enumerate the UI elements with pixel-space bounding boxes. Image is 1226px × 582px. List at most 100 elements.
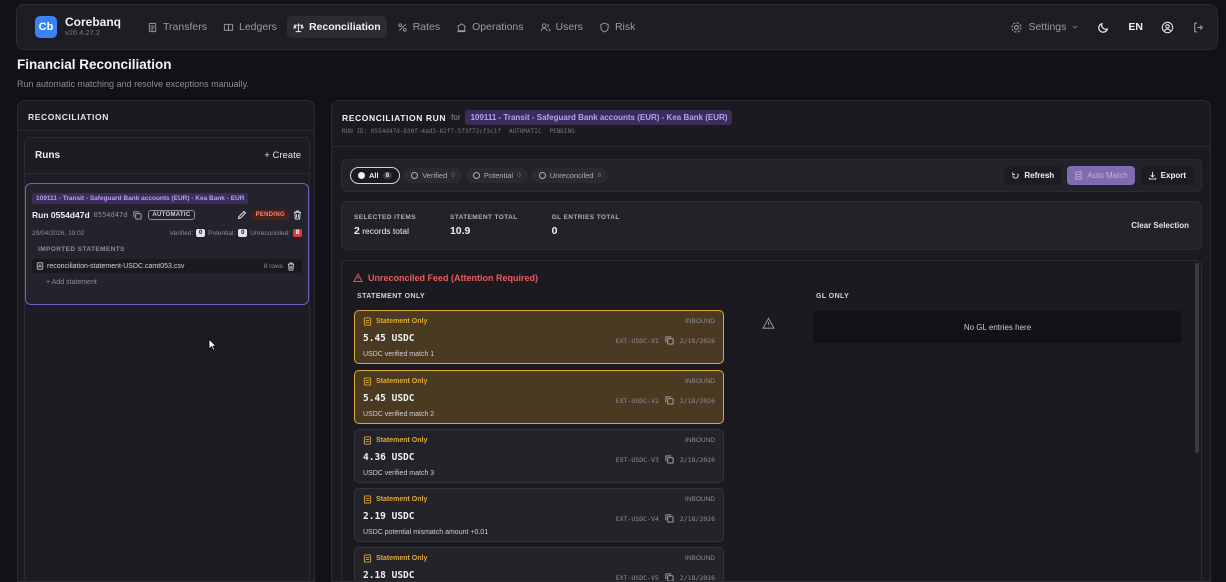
nav-reconciliation[interactable]: Reconciliation xyxy=(286,16,387,38)
gl-total-value: 0 xyxy=(551,225,558,237)
card-date: 2/18/2026 xyxy=(679,514,715,523)
copy-icon[interactable] xyxy=(665,396,674,405)
export-button[interactable]: Export xyxy=(1140,166,1193,185)
app-logo[interactable]: Cb xyxy=(35,16,57,38)
create-run-button[interactable]: + Create xyxy=(264,150,301,161)
run-card[interactable]: 109111 - Transit - Safeguard Bank accoun… xyxy=(25,183,309,305)
trash-icon[interactable] xyxy=(293,210,302,220)
mouse-cursor-icon xyxy=(208,338,217,351)
filter-potential[interactable]: Potential 0 xyxy=(465,168,528,183)
statement-card[interactable]: Statement Only INBOUND 2.18 USDC EXT-USD… xyxy=(354,547,724,582)
nav-operations[interactable]: Operations xyxy=(450,16,529,38)
selected-items: SELECTED ITEMS 2 records total xyxy=(354,214,416,237)
card-direction: INBOUND xyxy=(685,318,715,325)
card-direction: INBOUND xyxy=(685,555,715,562)
gl-total: GL ENTRIES TOTAL 0 xyxy=(552,214,620,237)
nav-rates[interactable]: Rates xyxy=(391,16,446,38)
nav-risk[interactable]: Risk xyxy=(593,16,641,38)
verified-label: Verified: xyxy=(169,229,194,237)
nav-ledgers[interactable]: Ledgers xyxy=(217,16,283,38)
card-ref-id: EXT-USDC-V4 xyxy=(615,514,659,523)
copy-icon[interactable] xyxy=(665,514,674,523)
statement-only-heading: STATEMENT ONLY xyxy=(357,293,426,300)
add-statement-button[interactable]: + Add statement xyxy=(32,279,302,286)
document-icon xyxy=(363,554,372,563)
card-ref-id: EXT-USDC-V5 xyxy=(615,573,659,582)
run-name: Run 0554d47d xyxy=(32,210,90,220)
moon-icon[interactable] xyxy=(1097,21,1110,34)
card-direction: INBOUND xyxy=(685,437,715,444)
filter-count: 0 xyxy=(451,172,455,179)
potential-label: Potential: xyxy=(208,229,236,237)
nav-label: Ledgers xyxy=(238,21,277,33)
chevron-down-icon xyxy=(1073,25,1078,29)
filter-unreconciled[interactable]: Unreconciled 8 xyxy=(531,168,609,183)
copy-icon[interactable] xyxy=(133,210,142,220)
trash-icon[interactable] xyxy=(287,262,295,271)
file-icon xyxy=(148,22,157,32)
sidebar-heading: RECONCILIATION xyxy=(18,101,314,131)
nav-label: Users xyxy=(555,21,583,33)
run-panel-title: RECONCILIATION RUN xyxy=(342,112,447,123)
nav-label: Rates xyxy=(412,21,441,33)
refresh-button[interactable]: Refresh xyxy=(1004,166,1062,185)
filter-count: 8 xyxy=(382,172,393,179)
top-navbar: Cb Corebanq v26.4.27.2 Transfers Ledgers… xyxy=(16,4,1218,50)
statement-card[interactable]: Statement Only INBOUND 4.36 USDC EXT-USD… xyxy=(354,429,724,483)
filter-all[interactable]: All 8 xyxy=(350,167,401,184)
feed-scrollbar[interactable] xyxy=(1195,263,1199,453)
run-status: PENDING xyxy=(549,128,575,135)
card-direction: INBOUND xyxy=(685,496,715,503)
selection-summary: SELECTED ITEMS 2 records total STATEMENT… xyxy=(341,201,1202,250)
filter-verified[interactable]: Verified 0 xyxy=(404,168,462,183)
logout-icon[interactable] xyxy=(1192,21,1205,34)
warning-icon xyxy=(762,317,775,329)
feed-title: Unreconciled Feed (Attention Required) xyxy=(353,273,538,283)
card-date: 2/18/2026 xyxy=(679,573,715,582)
card-date: 2/18/2026 xyxy=(679,396,715,405)
unreconciled-feed: Unreconciled Feed (Attention Required) S… xyxy=(341,260,1202,582)
card-amount: 4.36 USDC xyxy=(363,452,415,463)
statement-card[interactable]: Statement Only INBOUND 5.45 USDC EXT-USD… xyxy=(354,370,724,424)
statement-file-name: reconciliation-statement-USDC.camt053.cs… xyxy=(47,262,185,270)
users-icon xyxy=(539,22,551,31)
statement-card[interactable]: Statement Only INBOUND 5.45 USDC EXT-USD… xyxy=(354,310,724,364)
warning-icon xyxy=(353,273,363,283)
user-circle-icon[interactable] xyxy=(1161,21,1174,34)
runs-title: Runs xyxy=(35,150,60,161)
reconciliation-sidebar: RECONCILIATION Runs + Create 109111 - Tr… xyxy=(17,100,315,582)
auto-match-button[interactable]: Auto Match xyxy=(1067,166,1135,185)
copy-icon[interactable] xyxy=(665,336,674,345)
run-panel-for: for xyxy=(451,113,461,122)
nav-transfers[interactable]: Transfers xyxy=(141,16,213,38)
filter-count: 8 xyxy=(597,172,602,179)
card-type: Statement Only xyxy=(376,437,428,444)
statement-card[interactable]: Statement Only INBOUND 2.19 USDC EXT-USD… xyxy=(354,488,724,542)
mode-badge: AUTOMATIC xyxy=(148,210,195,220)
copy-icon[interactable] xyxy=(665,573,674,582)
run-account-tag: 109111 - Transit - Safeguard Bank accoun… xyxy=(465,110,733,125)
percent-icon xyxy=(398,22,407,32)
refresh-icon xyxy=(1012,172,1019,179)
statement-file-row[interactable]: reconciliation-statement-USDC.camt053.cs… xyxy=(32,259,302,273)
settings-menu[interactable]: Settings xyxy=(1010,21,1079,34)
card-description: USDC verified match 1 xyxy=(363,351,435,358)
run-date: 29/04/2026, 19:02 xyxy=(32,229,85,237)
run-panel: RECONCILIATION RUN for 109111 - Transit … xyxy=(331,100,1211,582)
nav-right: Settings EN xyxy=(1010,21,1205,34)
pencil-icon[interactable] xyxy=(237,210,247,220)
clear-selection-button[interactable]: Clear Selection xyxy=(1131,221,1189,230)
card-type: Statement Only xyxy=(376,496,428,503)
document-icon xyxy=(1075,171,1082,180)
document-icon xyxy=(363,436,372,445)
refresh-label: Refresh xyxy=(1024,171,1055,180)
run-mode: AUTOMATIC xyxy=(508,128,542,135)
run-title-row: Run 0554d47d 0554d47d AUTOMATIC PENDING xyxy=(32,210,302,220)
card-direction: INBOUND xyxy=(685,378,715,385)
radio-dot xyxy=(358,172,365,179)
nav-users[interactable]: Users xyxy=(534,16,589,38)
copy-icon[interactable] xyxy=(665,455,674,464)
selected-items-suffix: records total xyxy=(362,226,409,236)
card-description: USDC verified match 3 xyxy=(363,470,435,477)
language-switch[interactable]: EN xyxy=(1128,21,1143,33)
